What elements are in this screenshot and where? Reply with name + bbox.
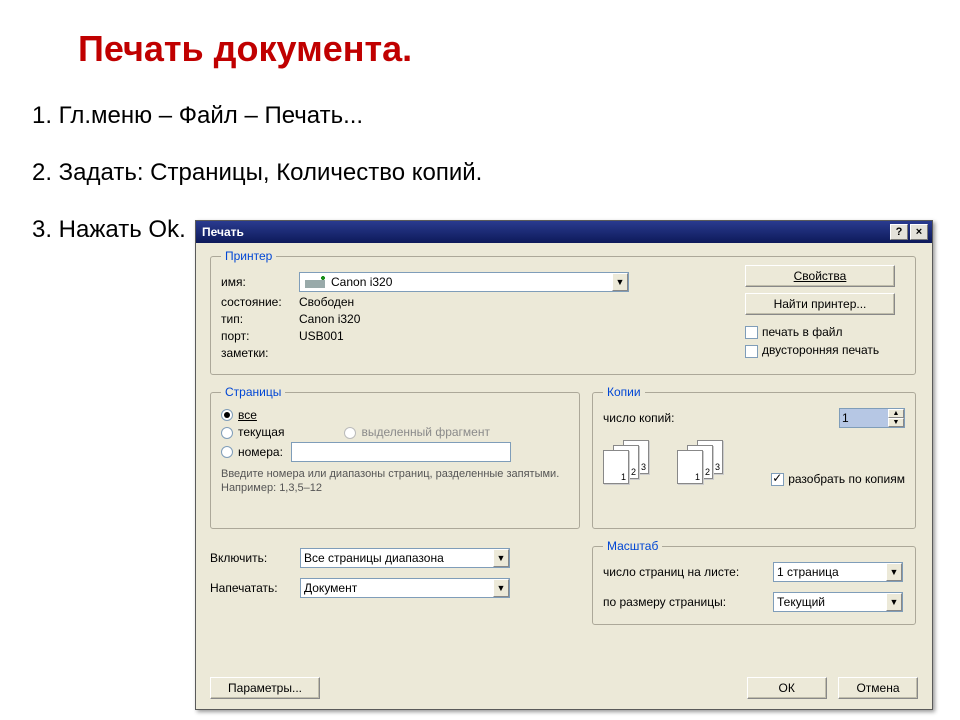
help-button[interactable]: ? xyxy=(890,224,908,240)
copies-legend: Копии xyxy=(603,385,645,399)
fit-to-select[interactable]: Текущий ▼ xyxy=(773,592,903,612)
pages-per-sheet-value: 1 страница xyxy=(777,565,839,579)
pages-hint: Введите номера или диапазоны страниц, ра… xyxy=(221,468,569,496)
printer-port: USB001 xyxy=(299,329,344,343)
pages-group: Страницы все текущая выделенный фрагмент… xyxy=(210,385,580,529)
radio-selection-label: выделенный фрагмент xyxy=(361,425,490,439)
copies-spinner[interactable]: ▲ ▼ xyxy=(839,408,905,428)
duplex-label: двусторонняя печать xyxy=(762,343,879,357)
fit-to-value: Текущий xyxy=(777,595,825,609)
collate-checkbox[interactable]: разобрать по копиям xyxy=(771,472,905,486)
collate-graphic-1: 3 2 1 xyxy=(603,440,663,486)
pages-legend: Страницы xyxy=(221,385,285,399)
slide-title: Печать документа. xyxy=(78,28,412,70)
include-label: Включить: xyxy=(210,551,300,565)
chevron-down-icon: ▼ xyxy=(886,593,902,611)
print-dialog: Печать ? × Принтер имя: Canon i320 ▼ сос… xyxy=(195,220,933,710)
close-button[interactable]: × xyxy=(910,224,928,240)
printer-name-select[interactable]: Canon i320 ▼ xyxy=(299,272,629,292)
chevron-down-icon: ▼ xyxy=(493,549,509,567)
include-value: Все страницы диапазона xyxy=(304,551,444,565)
pages-per-sheet-select[interactable]: 1 страница ▼ xyxy=(773,562,903,582)
step-1: 1. Гл.меню – Файл – Печать... xyxy=(32,102,482,131)
fit-to-label: по размеру страницы: xyxy=(603,595,773,609)
spin-down-icon[interactable]: ▼ xyxy=(888,418,904,427)
printer-icon xyxy=(303,273,327,291)
printer-name-value: Canon i320 xyxy=(331,275,392,289)
chevron-down-icon: ▼ xyxy=(493,579,509,597)
print-what-value: Документ xyxy=(304,581,357,595)
dialog-title: Печать xyxy=(202,225,244,239)
cancel-button[interactable]: Отмена xyxy=(838,677,918,699)
print-what-select[interactable]: Документ ▼ xyxy=(300,578,510,598)
copies-count-label: число копий: xyxy=(603,411,674,425)
collate-label: разобрать по копиям xyxy=(788,472,905,486)
radio-numbers[interactable]: номера: xyxy=(221,442,569,462)
radio-current[interactable]: текущая xyxy=(221,425,284,439)
title-bar[interactable]: Печать ? × xyxy=(196,221,932,243)
properties-button[interactable]: Свойства xyxy=(745,265,895,287)
chevron-down-icon: ▼ xyxy=(612,273,628,291)
label-notes: заметки: xyxy=(221,346,299,360)
copies-value[interactable] xyxy=(840,409,888,427)
collate-graphic-2: 3 2 1 xyxy=(677,440,737,486)
include-select[interactable]: Все страницы диапазона ▼ xyxy=(300,548,510,568)
print-what-label: Напечатать: xyxy=(210,581,300,595)
step-2: 2. Задать: Страницы, Количество копий. xyxy=(32,159,482,188)
radio-numbers-label: номера: xyxy=(238,445,283,459)
radio-all-label: все xyxy=(238,408,257,422)
label-status: состояние: xyxy=(221,295,299,309)
radio-selection: выделенный фрагмент xyxy=(344,425,490,439)
label-name: имя: xyxy=(221,275,299,289)
chevron-down-icon: ▼ xyxy=(886,563,902,581)
copies-group: Копии число копий: ▲ ▼ 3 2 1 xyxy=(592,385,916,529)
pages-per-sheet-label: число страниц на листе: xyxy=(603,565,773,579)
label-type: тип: xyxy=(221,312,299,326)
duplex-checkbox[interactable]: двусторонняя печать xyxy=(745,343,905,357)
printer-legend: Принтер xyxy=(221,249,276,263)
spin-up-icon[interactable]: ▲ xyxy=(888,409,904,418)
find-printer-button[interactable]: Найти принтер... xyxy=(745,293,895,315)
page-numbers-input[interactable] xyxy=(291,442,511,462)
print-to-file-checkbox[interactable]: печать в файл xyxy=(745,325,905,339)
label-port: порт: xyxy=(221,329,299,343)
ok-button[interactable]: ОК xyxy=(747,677,827,699)
printer-group: Принтер имя: Canon i320 ▼ состояние:Своб… xyxy=(210,249,916,375)
radio-current-label: текущая xyxy=(238,425,284,439)
options-button[interactable]: Параметры... xyxy=(210,677,320,699)
scale-legend: Масштаб xyxy=(603,539,662,553)
printer-type: Canon i320 xyxy=(299,312,360,326)
print-to-file-label: печать в файл xyxy=(762,325,842,339)
radio-all[interactable]: все xyxy=(221,408,569,422)
printer-status: Свободен xyxy=(299,295,354,309)
scale-group: Масштаб число страниц на листе: 1 страни… xyxy=(592,539,916,625)
